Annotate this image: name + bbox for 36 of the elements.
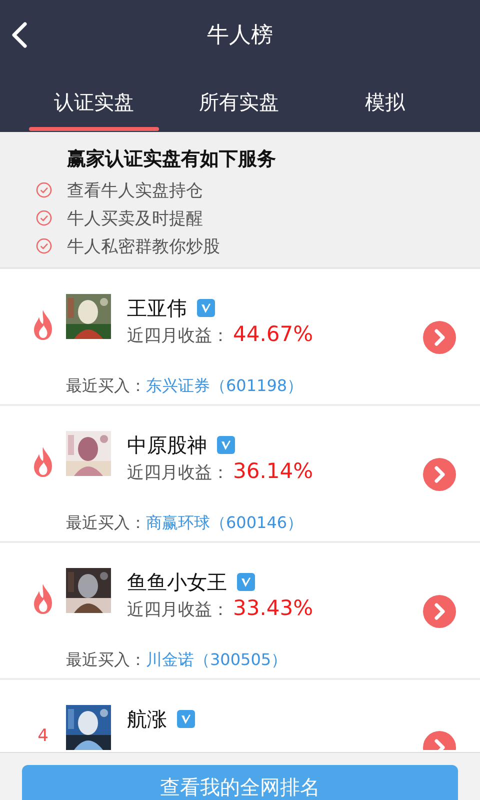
buy-label: 最近买入： <box>66 376 146 397</box>
return-label: 近四月收益： <box>127 599 229 621</box>
flame-icon <box>32 583 54 615</box>
return-label: 近四月收益： <box>127 325 229 347</box>
check-circle-icon <box>36 182 52 198</box>
check-circle-icon <box>36 210 52 226</box>
arrow-button[interactable] <box>423 731 456 750</box>
rank-number: 4 <box>38 726 48 746</box>
trader-name: 王亚伟 <box>127 294 187 322</box>
back-icon[interactable] <box>10 21 28 49</box>
service-text: 查看牛人实盘持仓 <box>67 180 203 202</box>
flame-icon <box>32 309 54 341</box>
tab[interactable]: 模拟 <box>290 70 480 132</box>
buy-label: 最近买入： <box>66 650 146 671</box>
arrow-button[interactable] <box>423 595 456 628</box>
return-label: 近四月收益： <box>127 462 229 484</box>
trader-name: 鱼鱼小女王 <box>127 568 227 596</box>
buy-label: 最近买入： <box>66 513 146 534</box>
trader-card[interactable]: 中原股神 近四月收益： 36.14% 最近买入：商赢环球（600146） <box>0 406 480 543</box>
check-circle-icon <box>36 238 52 254</box>
return-value: 33.43% <box>233 596 314 620</box>
service-text: 牛人私密群教你炒股 <box>67 236 220 258</box>
flame-icon <box>32 446 54 478</box>
trader-name: 中原股神 <box>127 432 207 458</box>
return-value: 36.14% <box>233 459 314 483</box>
arrow-button[interactable] <box>423 321 456 354</box>
tab[interactable]: 所有实盘 <box>188 70 290 132</box>
service-text: 牛人买卖及时提醒 <box>67 208 203 230</box>
page-title: 牛人榜 <box>207 22 273 50</box>
info-title: 赢家认证实盘有如下服务 <box>67 147 277 172</box>
tab[interactable]: 认证实盘 <box>0 70 188 132</box>
trader-name: 航涨 <box>127 706 167 732</box>
trader-card[interactable]: 鱼鱼小女王 近四月收益： 33.43% 最近买入：川金诺（300505） <box>0 543 480 680</box>
arrow-button[interactable] <box>423 458 456 491</box>
return-value: 44.67% <box>233 322 314 346</box>
trader-card[interactable]: 王亚伟 近四月收益： 44.67% 最近买入：东兴证券（601198） <box>0 269 480 406</box>
